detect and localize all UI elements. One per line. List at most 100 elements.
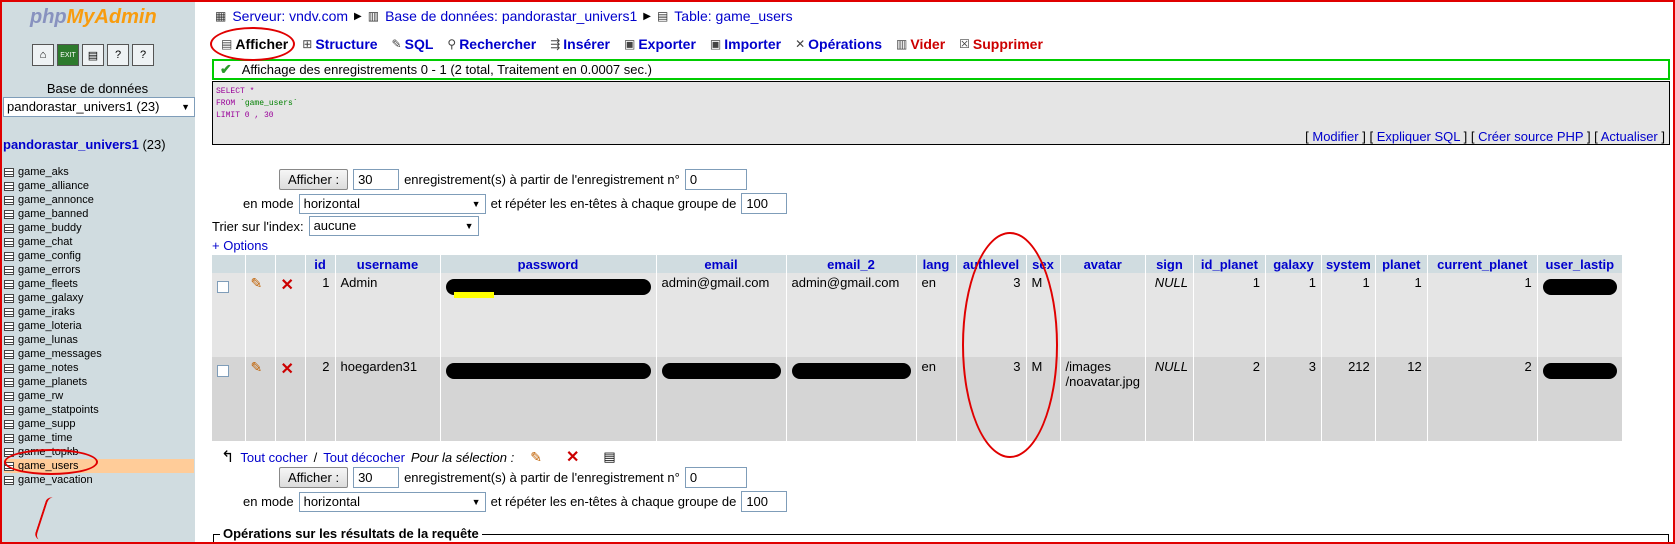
column-header-planet[interactable]: planet <box>1375 255 1428 273</box>
tab-supprimer[interactable]: ☒ Supprimer <box>959 36 1043 52</box>
sidebar-table-item[interactable]: game_chat <box>4 235 194 249</box>
column-header-lang[interactable]: lang <box>916 255 957 273</box>
check-all-link[interactable]: Tout cocher <box>240 450 307 465</box>
sidebar-table-item[interactable]: game_planets <box>4 375 194 389</box>
sidebar-table-item[interactable]: game_banned <box>4 207 194 221</box>
edit-pencil-icon[interactable]: ✎ <box>251 359 263 375</box>
sidebar-table-name[interactable]: game_rw <box>18 390 63 402</box>
column-header-sign[interactable]: sign <box>1145 255 1194 273</box>
sidebar-table-item[interactable]: game_users <box>4 459 194 473</box>
sidebar-table-name[interactable]: game_iraks <box>18 306 75 318</box>
tab-sql[interactable]: ✎ SQL <box>392 36 434 52</box>
export-selected-icon[interactable]: ▤ <box>603 449 615 465</box>
table-icon[interactable] <box>4 475 14 485</box>
sidebar-table-name[interactable]: game_topkb <box>18 446 79 458</box>
sidebar-table-name[interactable]: game_errors <box>18 264 80 276</box>
sidebar-table-name[interactable]: game_vacation <box>18 474 93 486</box>
sidebar-table-name[interactable]: game_planets <box>18 376 87 388</box>
table-icon[interactable] <box>4 195 14 205</box>
database-select[interactable]: pandorastar_univers1 (23) ▼ <box>3 97 195 117</box>
column-header-authlevel[interactable]: authlevel <box>956 255 1027 273</box>
table-icon[interactable] <box>4 391 14 401</box>
table-icon[interactable] <box>4 209 14 219</box>
sidebar-table-item[interactable]: game_iraks <box>4 305 194 319</box>
sidebar-table-item[interactable]: game_rw <box>4 389 194 403</box>
sidebar-table-item[interactable]: game_annonce <box>4 193 194 207</box>
docs-icon[interactable]: ? <box>107 44 129 66</box>
column-header-current-planet[interactable]: current_planet <box>1427 255 1538 273</box>
show-button[interactable]: Afficher : <box>279 169 349 190</box>
table-icon[interactable] <box>4 237 14 247</box>
sidebar-table-item[interactable]: game_loteria <box>4 319 194 333</box>
table-icon[interactable] <box>4 419 14 429</box>
sidebar-table-name[interactable]: game_users <box>18 460 79 472</box>
create-php-link[interactable]: Créer source PHP <box>1478 129 1583 144</box>
sidebar-table-item[interactable]: game_messages <box>4 347 194 361</box>
database-title[interactable]: pandorastar_univers1 (23) <box>3 137 166 152</box>
start-input[interactable]: 0 <box>684 169 747 190</box>
edit-pencil-icon[interactable]: ✎ <box>251 275 263 291</box>
table-icon[interactable] <box>4 167 14 177</box>
breadcrumb-table[interactable]: Table: game_users <box>674 8 792 24</box>
sidebar-table-name[interactable]: game_chat <box>18 236 72 248</box>
tab-structure[interactable]: ⊞ Structure <box>302 36 377 52</box>
table-icon[interactable] <box>4 265 14 275</box>
column-header-avatar[interactable]: avatar <box>1060 255 1146 273</box>
column-header-email-2[interactable]: email_2 <box>786 255 917 273</box>
sidebar-table-item[interactable]: game_buddy <box>4 221 194 235</box>
sidebar-table-item[interactable]: game_errors <box>4 263 194 277</box>
column-header-user-lastip[interactable]: user_lastip <box>1537 255 1623 273</box>
sidebar-table-name[interactable]: game_banned <box>18 208 88 220</box>
sidebar-table-item[interactable]: game_supp <box>4 417 194 431</box>
table-icon[interactable] <box>4 461 14 471</box>
table-icon[interactable] <box>4 321 14 331</box>
column-header-email[interactable]: email <box>656 255 787 273</box>
mode-select-bottom[interactable]: horizontal ▼ <box>298 491 486 512</box>
sidebar-table-name[interactable]: game_statpoints <box>18 404 99 416</box>
sidebar-table-name[interactable]: game_galaxy <box>18 292 83 304</box>
table-icon[interactable] <box>4 307 14 317</box>
sidebar-table-name[interactable]: game_notes <box>18 362 79 374</box>
uncheck-all-link[interactable]: Tout décocher <box>323 450 405 465</box>
modify-link[interactable]: Modifier <box>1312 129 1358 144</box>
sidebar-table-item[interactable]: game_vacation <box>4 473 194 487</box>
sidebar-table-name[interactable]: game_annonce <box>18 194 94 206</box>
column-header-id[interactable]: id <box>305 255 336 273</box>
sort-select[interactable]: aucune ▼ <box>308 216 479 236</box>
table-icon[interactable] <box>4 335 14 345</box>
table-icon[interactable] <box>4 293 14 303</box>
sidebar-table-item[interactable]: game_notes <box>4 361 194 375</box>
sidebar-table-name[interactable]: game_fleets <box>18 278 78 290</box>
sidebar-table-name[interactable]: game_aks <box>18 166 69 178</box>
tab-rechercher[interactable]: ⚲ Rechercher <box>447 36 536 52</box>
tab-vider[interactable]: ▥ Vider <box>896 36 945 52</box>
table-icon[interactable] <box>4 447 14 457</box>
delete-x-icon[interactable]: ✕ <box>281 361 294 378</box>
sidebar-table-item[interactable]: game_galaxy <box>4 291 194 305</box>
sidebar-table-item[interactable]: game_fleets <box>4 277 194 291</box>
sidebar-table-item[interactable]: game_statpoints <box>4 403 194 417</box>
breadcrumb-database[interactable]: Base de données: pandorastar_univers1 <box>385 8 637 24</box>
rows-input[interactable]: 30 <box>353 169 400 190</box>
breadcrumb-server[interactable]: Serveur: vndv.com <box>232 8 348 24</box>
explain-sql-link[interactable]: Expliquer SQL <box>1377 129 1460 144</box>
column-header-sex[interactable]: sex <box>1026 255 1061 273</box>
column-header-username[interactable]: username <box>335 255 441 273</box>
sql-query-icon[interactable]: ▤ <box>82 44 104 66</box>
table-icon[interactable] <box>4 279 14 289</box>
sidebar-table-name[interactable]: game_time <box>18 432 72 444</box>
show-button-bottom[interactable]: Afficher : <box>279 467 349 488</box>
table-icon[interactable] <box>4 223 14 233</box>
tab-inserer[interactable]: ⇶ Insérer <box>550 36 610 52</box>
repeat-input[interactable]: 100 <box>741 193 788 214</box>
sidebar-table-name[interactable]: game_loteria <box>18 320 82 332</box>
column-header-system[interactable]: system <box>1321 255 1376 273</box>
phpmyadmin-logo[interactable]: phpMyAdmin <box>30 6 157 29</box>
home-icon[interactable]: ⌂ <box>32 44 54 66</box>
options-link[interactable]: + Options <box>212 238 268 253</box>
help-icon[interactable]: ? <box>132 44 154 66</box>
table-icon[interactable] <box>4 349 14 359</box>
edit-selected-icon[interactable]: ✎ <box>530 449 542 466</box>
delete-selected-icon[interactable]: ✕ <box>566 447 579 467</box>
refresh-link[interactable]: Actualiser <box>1601 129 1658 144</box>
